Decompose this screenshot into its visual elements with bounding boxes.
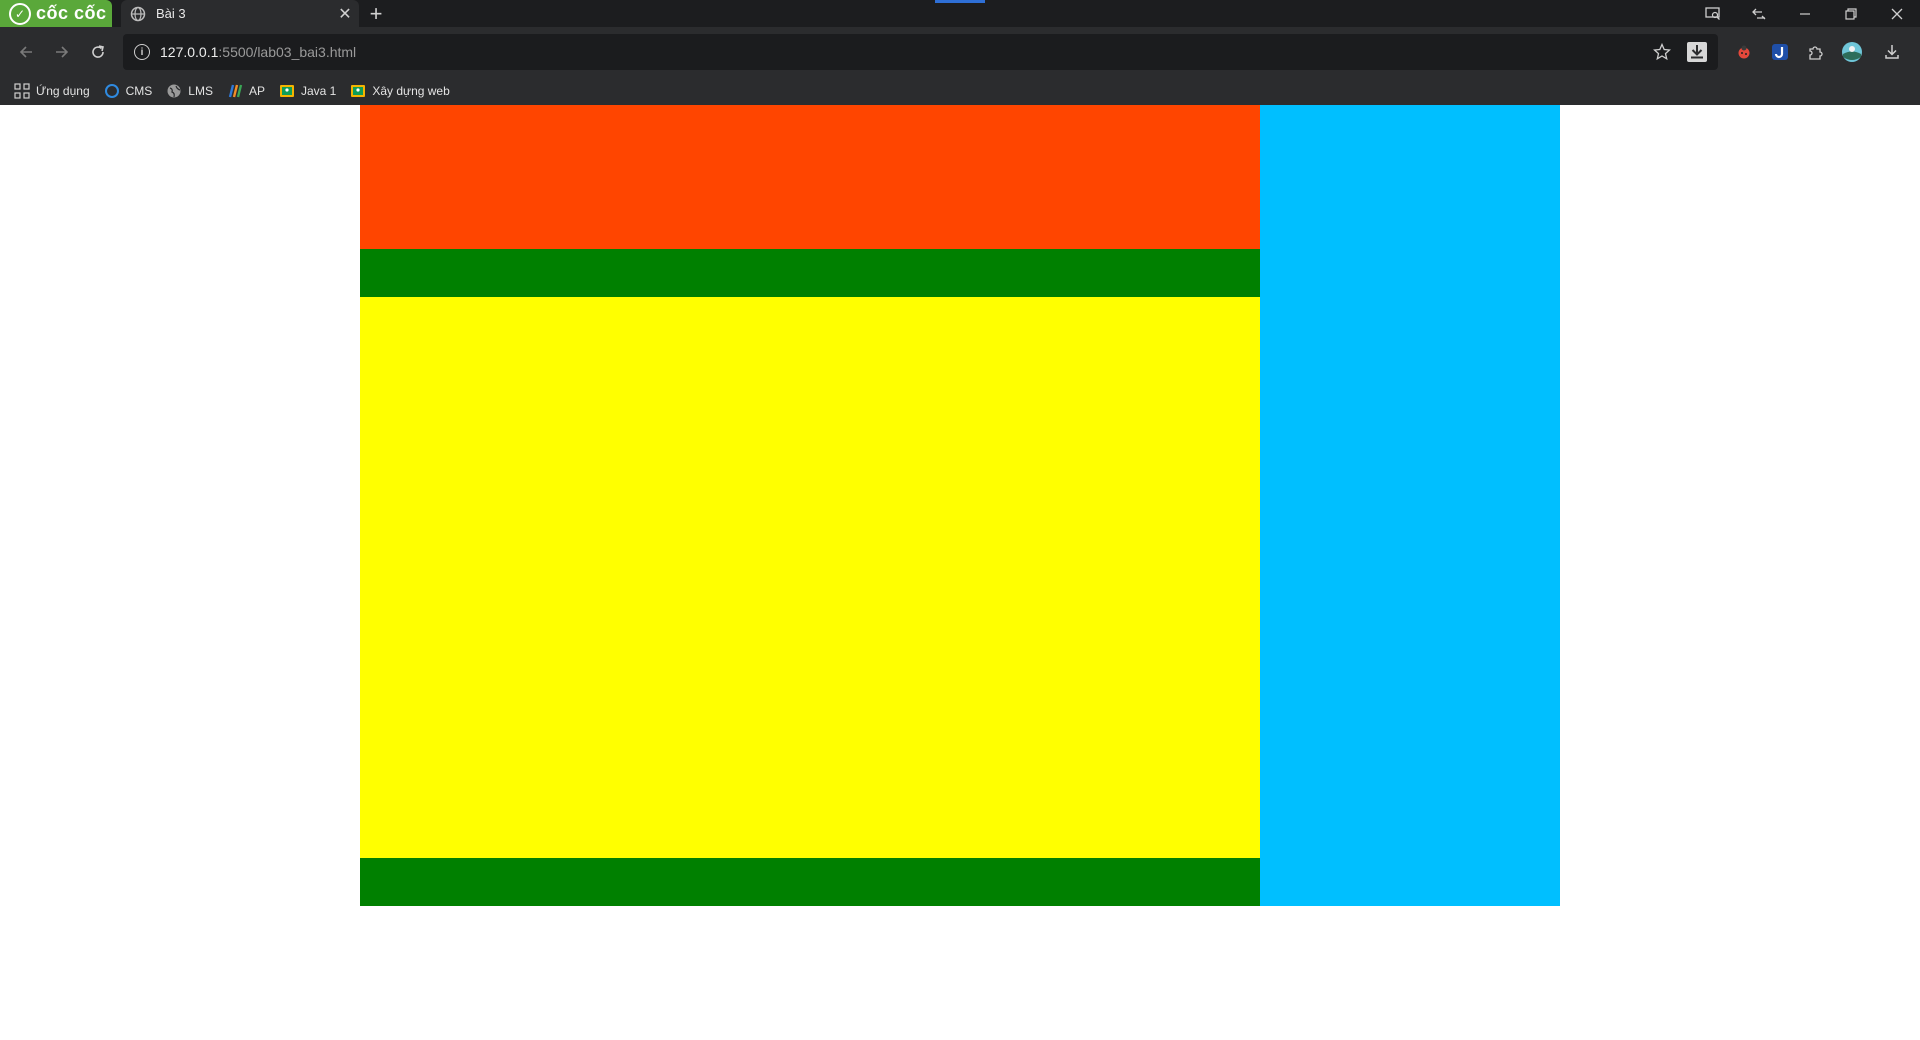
- sidebar-block: [1260, 105, 1560, 906]
- back-icon[interactable]: [12, 38, 40, 66]
- bookmark-label: Java 1: [301, 84, 337, 98]
- bookmark-label: Xây dựng web: [372, 84, 450, 98]
- url-path: :5500/lab03_bai3.html: [218, 44, 357, 60]
- bookmark-ap[interactable]: AP: [227, 83, 265, 99]
- extensions-puzzle-icon[interactable]: [1802, 38, 1830, 66]
- address-bar[interactable]: i 127.0.0.1:5500/lab03_bai3.html: [123, 34, 1718, 70]
- tab-title: Bài 3: [156, 6, 186, 21]
- apps-grid-icon: [14, 83, 30, 99]
- footer-block: [360, 858, 1260, 906]
- browser-toolbar: i 127.0.0.1:5500/lab03_bai3.html: [0, 27, 1920, 77]
- bookmark-star-icon[interactable]: [1653, 34, 1671, 70]
- savefrom-download-icon[interactable]: [1687, 34, 1707, 70]
- bookmark-label: CMS: [125, 84, 153, 98]
- header-block: [360, 105, 1260, 249]
- tab-drag-indicator: [935, 0, 985, 3]
- close-window-icon[interactable]: [1874, 0, 1920, 27]
- tab-strip: ✓ cốc cốc Bài 3 ✕ +: [0, 0, 1920, 27]
- minimize-icon[interactable]: [1782, 0, 1828, 27]
- classroom-icon: [279, 83, 295, 99]
- cms-ring-icon: [104, 83, 120, 99]
- tab-bai3[interactable]: Bài 3 ✕: [121, 0, 359, 27]
- restore-icon[interactable]: [1828, 0, 1874, 27]
- globe-icon: [166, 83, 182, 99]
- ladybug-extension-icon[interactable]: [1730, 38, 1758, 66]
- bookmark-apps[interactable]: Ứng dụng: [14, 83, 90, 99]
- bookmark-label: LMS: [188, 84, 213, 98]
- bookmarks-bar: Ứng dụng CMS LMS AP Java 1 Xây dựng web: [0, 77, 1920, 105]
- forward-icon[interactable]: [48, 38, 76, 66]
- fpt-icon: [227, 83, 243, 99]
- page-viewport: [0, 105, 1920, 1040]
- globe-icon: [130, 6, 146, 22]
- screen-capture-icon[interactable]: [1690, 0, 1736, 27]
- classroom-icon: [350, 83, 366, 99]
- site-info-icon[interactable]: i: [134, 44, 150, 60]
- coccoc-logo-icon: ✓: [9, 2, 31, 25]
- bookmark-lms[interactable]: LMS: [166, 83, 213, 99]
- bookmark-cms[interactable]: CMS: [104, 83, 153, 99]
- nav-block: [360, 249, 1260, 297]
- brand-label: cốc cốc: [36, 3, 107, 23]
- bookmark-label: Ứng dụng: [36, 84, 90, 98]
- new-tab-button[interactable]: +: [364, 1, 388, 26]
- bookmark-label: AP: [248, 84, 265, 98]
- close-icon[interactable]: ✕: [335, 4, 355, 24]
- url-host: 127.0.0.1: [160, 44, 219, 60]
- bookmark-xay-dung-web[interactable]: Xây dựng web: [350, 83, 450, 99]
- j-extension-icon[interactable]: [1766, 38, 1794, 66]
- reload-icon[interactable]: [84, 38, 112, 66]
- coccoc-menu-button[interactable]: ✓ cốc cốc: [0, 0, 112, 27]
- content-block: [360, 297, 1260, 858]
- bookmark-java1[interactable]: Java 1: [279, 83, 336, 99]
- profile-avatar-icon[interactable]: [1838, 38, 1866, 66]
- downloads-icon[interactable]: [1878, 38, 1906, 66]
- tab-search-icon[interactable]: [1736, 0, 1782, 27]
- url-text[interactable]: 127.0.0.1:5500/lab03_bai3.html: [160, 44, 356, 60]
